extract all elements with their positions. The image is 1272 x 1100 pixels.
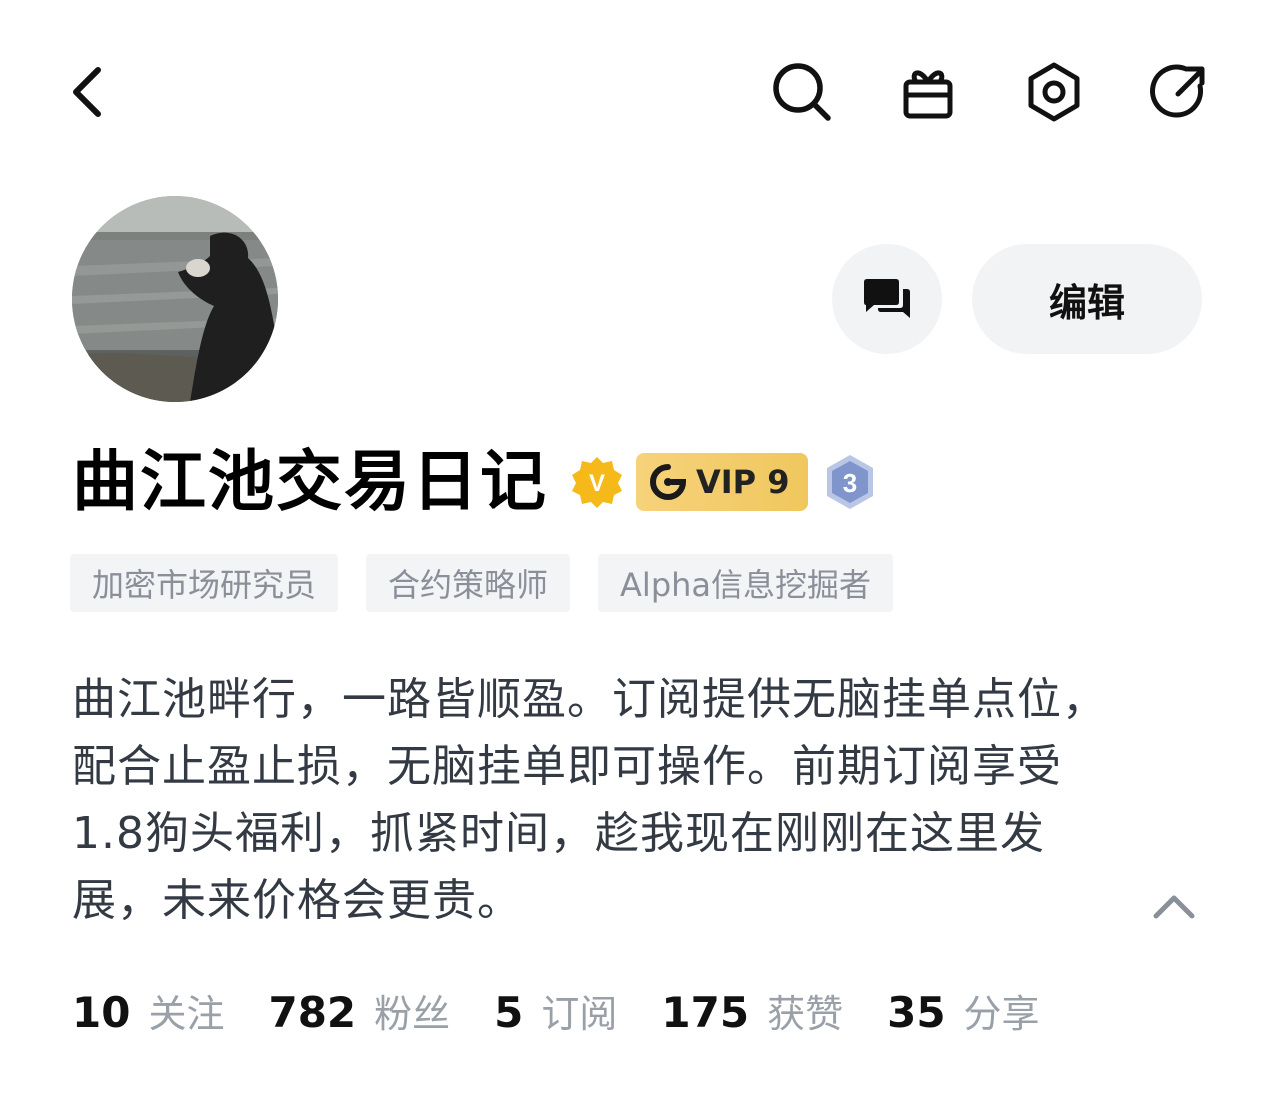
bio-line: 1.8狗头福利，抓紧时间，趁我现在刚刚在这里发 bbox=[72, 808, 1045, 859]
stat-value: 10 bbox=[72, 987, 131, 1037]
tag-item: 合约策略师 bbox=[366, 554, 571, 612]
chat-icon bbox=[864, 279, 910, 318]
chevron-up-icon bbox=[1153, 895, 1195, 919]
profile-page: 编辑 曲江池交易日记 V VIP 9 3 加密市场研究员 合约策略师 Alpha… bbox=[0, 0, 1272, 1100]
stat-followers[interactable]: 782 粉丝 bbox=[268, 983, 450, 1038]
chevron-left-icon bbox=[73, 67, 101, 117]
vip-label: VIP 9 bbox=[696, 463, 790, 501]
level-badge[interactable]: 3 bbox=[824, 453, 876, 511]
tag-list: 加密市场研究员 合约策略师 Alpha信息挖掘者 bbox=[70, 554, 894, 612]
stats-row: 10 关注 782 粉丝 5 订阅 175 获赞 35 分享 bbox=[72, 980, 1084, 1040]
bio-line: 配合止盈止损，无脑挂单即可操作。前期订阅享受 bbox=[72, 741, 1062, 792]
tag-item: Alpha信息挖掘者 bbox=[598, 554, 894, 612]
stat-value: 782 bbox=[268, 987, 357, 1037]
stat-value: 35 bbox=[887, 987, 946, 1037]
stat-value: 175 bbox=[661, 987, 750, 1037]
stat-subscriptions[interactable]: 5 订阅 bbox=[494, 983, 617, 1038]
settings-icon bbox=[1028, 62, 1080, 122]
share-icon bbox=[1150, 64, 1205, 118]
bio-text: 曲江池畔行，一路皆顺盈。订阅提供无脑挂单点位， 配合止盈止损，无脑挂单即可操作。… bbox=[72, 666, 1182, 934]
stat-following[interactable]: 10 关注 bbox=[72, 983, 224, 1038]
gift-icon bbox=[903, 70, 953, 119]
vip-logo-icon bbox=[650, 464, 686, 500]
collapse-bio-button[interactable] bbox=[1148, 880, 1200, 932]
bio-line: 展，未来价格会更贵。 bbox=[72, 875, 522, 926]
stat-label: 分享 bbox=[963, 991, 1040, 1036]
tag-item: 加密市场研究员 bbox=[70, 554, 339, 612]
vip-badge[interactable]: VIP 9 bbox=[636, 453, 808, 511]
profile-name: 曲江池交易日记 bbox=[72, 443, 548, 520]
share-button[interactable] bbox=[1144, 56, 1216, 128]
name-row: 曲江池交易日记 V VIP 9 3 bbox=[72, 436, 876, 528]
level-hexagon-icon: 3 bbox=[826, 455, 873, 509]
stat-shares[interactable]: 35 分享 bbox=[887, 983, 1039, 1038]
verified-label: V bbox=[589, 470, 605, 497]
settings-button[interactable] bbox=[1018, 56, 1090, 128]
stat-value: 5 bbox=[494, 987, 524, 1037]
stat-label: 获赞 bbox=[767, 991, 844, 1036]
stat-label: 订阅 bbox=[541, 991, 618, 1036]
search-button[interactable] bbox=[766, 56, 838, 128]
stat-likes[interactable]: 175 获赞 bbox=[661, 983, 843, 1038]
back-button[interactable] bbox=[50, 56, 122, 128]
stat-label: 粉丝 bbox=[374, 991, 451, 1036]
search-icon bbox=[773, 63, 831, 121]
gift-button[interactable] bbox=[892, 56, 964, 128]
edit-button[interactable]: 编辑 bbox=[972, 244, 1202, 354]
level-number: 3 bbox=[842, 468, 856, 498]
bio-line: 曲江池畔行，一路皆顺盈。订阅提供无脑挂单点位， bbox=[72, 674, 1107, 725]
message-button[interactable] bbox=[832, 244, 942, 354]
profile-photo bbox=[72, 196, 278, 402]
verified-badge: V bbox=[570, 455, 624, 509]
top-bar bbox=[0, 0, 1272, 190]
avatar[interactable] bbox=[72, 196, 278, 402]
verified-icon: V bbox=[572, 457, 622, 508]
stat-label: 关注 bbox=[148, 991, 225, 1036]
